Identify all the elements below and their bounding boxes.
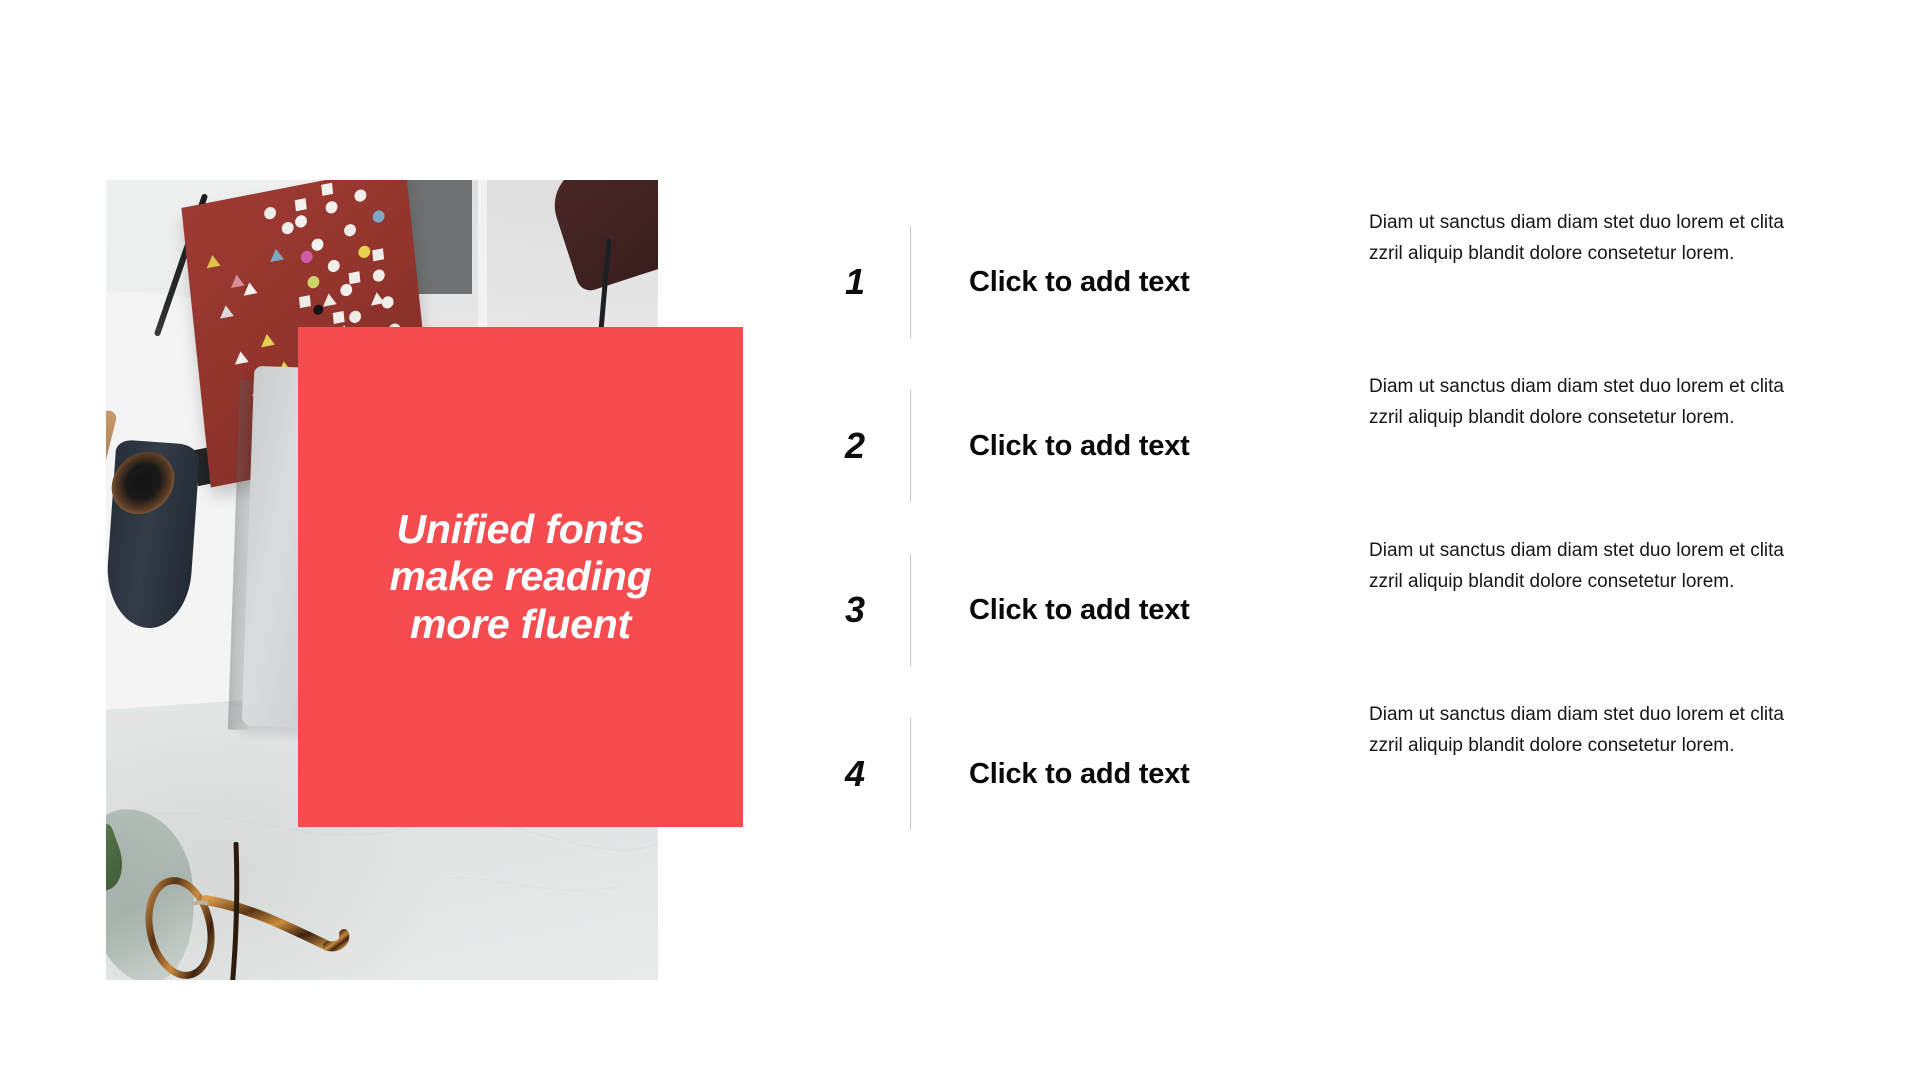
list-item[interactable]: 2 Click to add text Diam ut sanctus diam… — [800, 364, 1860, 528]
item-body[interactable]: Diam ut sanctus diam diam stet duo lorem… — [1369, 692, 1799, 762]
item-title[interactable]: Click to add text — [911, 266, 1369, 299]
item-number: 2 — [844, 425, 866, 466]
item-number: 3 — [844, 589, 866, 630]
list-item[interactable]: 1 Click to add text Diam ut sanctus diam… — [800, 200, 1860, 364]
eyeglasses — [145, 842, 350, 980]
item-title[interactable]: Click to add text — [911, 594, 1369, 627]
content-list: 1 Click to add text Diam ut sanctus diam… — [800, 200, 1860, 856]
item-body[interactable]: Diam ut sanctus diam diam stet duo lorem… — [1369, 364, 1799, 434]
item-title[interactable]: Click to add text — [911, 758, 1369, 791]
callout-text: Unified fonts make reading more fluent — [389, 506, 652, 647]
item-body[interactable]: Diam ut sanctus diam diam stet duo lorem… — [1369, 200, 1799, 270]
item-body[interactable]: Diam ut sanctus diam diam stet duo lorem… — [1369, 528, 1799, 598]
item-number: 4 — [844, 753, 866, 794]
visual-block: Unified fonts make reading more fluent — [106, 180, 743, 980]
item-number: 1 — [844, 261, 866, 302]
slide-canvas: Unified fonts make reading more fluent 1… — [0, 0, 1920, 1080]
callout-box: Unified fonts make reading more fluent — [298, 327, 743, 827]
item-title[interactable]: Click to add text — [911, 430, 1369, 463]
list-item[interactable]: 3 Click to add text Diam ut sanctus diam… — [800, 528, 1860, 692]
list-item[interactable]: 4 Click to add text Diam ut sanctus diam… — [800, 692, 1860, 856]
